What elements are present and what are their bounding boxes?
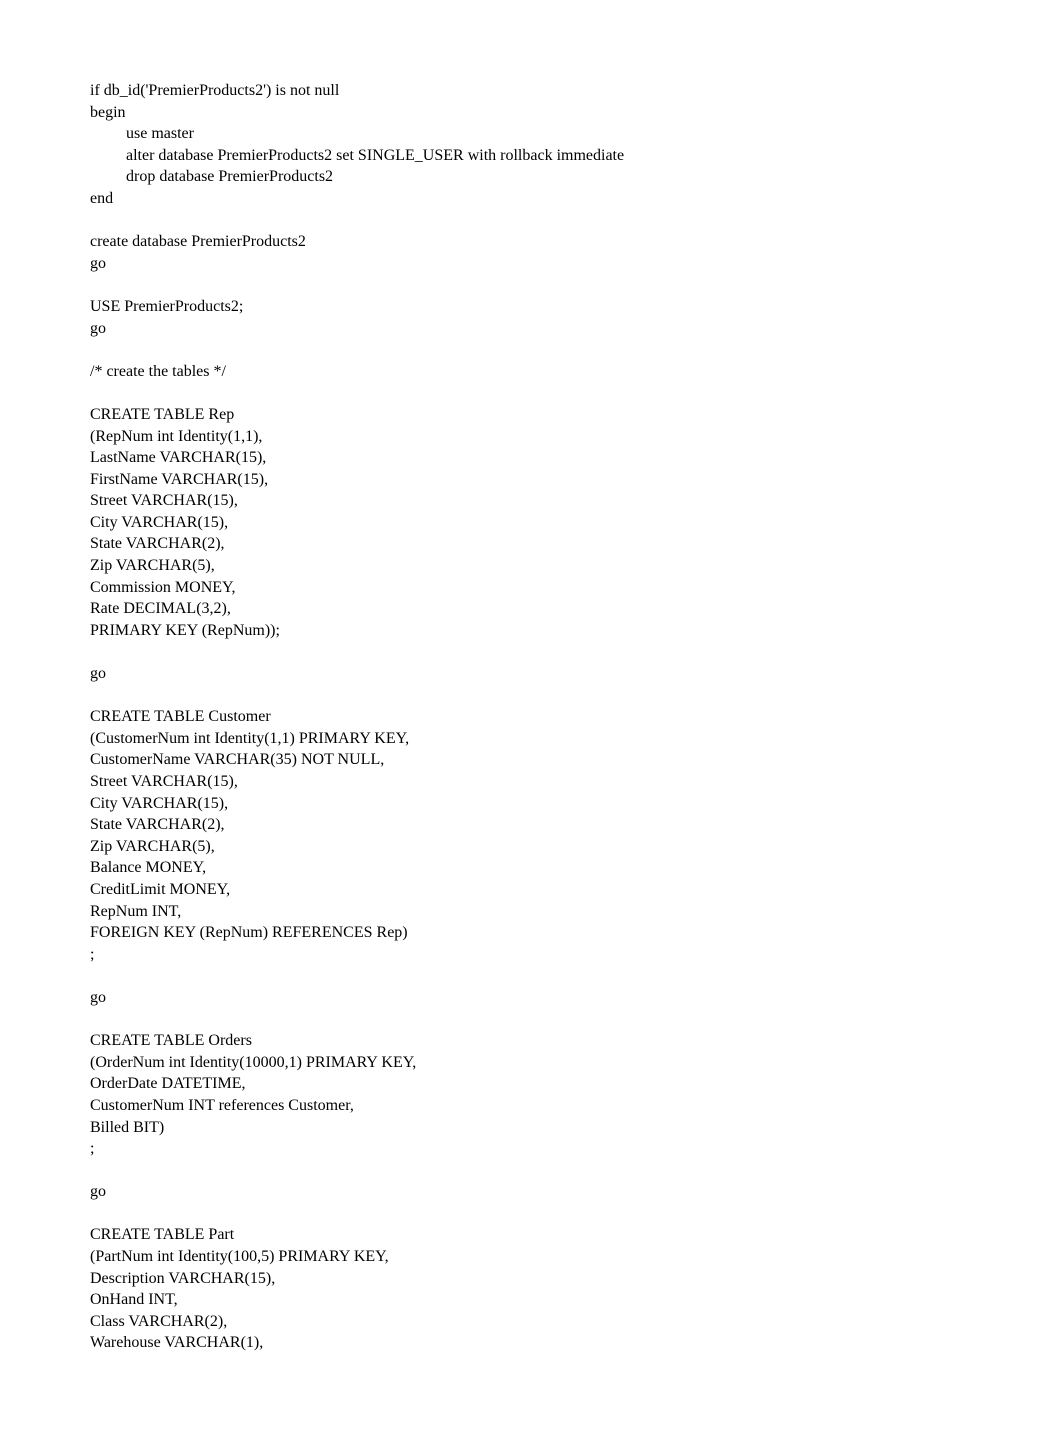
- code-line: go: [90, 663, 972, 685]
- code-line: go: [90, 318, 972, 340]
- code-line: Street VARCHAR(15),: [90, 490, 972, 512]
- code-line: if db_id('PremierProducts2') is not null: [90, 80, 972, 102]
- code-line: use master: [90, 123, 972, 145]
- code-line: [90, 274, 972, 296]
- code-line: RepNum INT,: [90, 901, 972, 923]
- code-line: FOREIGN KEY (RepNum) REFERENCES Rep): [90, 922, 972, 944]
- code-line: Zip VARCHAR(5),: [90, 555, 972, 577]
- code-line: CREATE TABLE Orders: [90, 1030, 972, 1052]
- code-line: Billed BIT): [90, 1117, 972, 1139]
- code-line: Street VARCHAR(15),: [90, 771, 972, 793]
- code-line: CustomerName VARCHAR(35) NOT NULL,: [90, 749, 972, 771]
- code-line: [90, 641, 972, 663]
- code-line: Commission MONEY,: [90, 577, 972, 599]
- code-line: PRIMARY KEY (RepNum));: [90, 620, 972, 642]
- code-line: Zip VARCHAR(5),: [90, 836, 972, 858]
- code-line: State VARCHAR(2),: [90, 533, 972, 555]
- code-line: Balance MONEY,: [90, 857, 972, 879]
- code-line: LastName VARCHAR(15),: [90, 447, 972, 469]
- code-line: [90, 382, 972, 404]
- code-line: FirstName VARCHAR(15),: [90, 469, 972, 491]
- code-line: [90, 965, 972, 987]
- code-line: [90, 685, 972, 707]
- code-line: (CustomerNum int Identity(1,1) PRIMARY K…: [90, 728, 972, 750]
- code-line: alter database PremierProducts2 set SING…: [90, 145, 972, 167]
- code-line: drop database PremierProducts2: [90, 166, 972, 188]
- code-line: create database PremierProducts2: [90, 231, 972, 253]
- code-line: CustomerNum INT references Customer,: [90, 1095, 972, 1117]
- code-line: City VARCHAR(15),: [90, 512, 972, 534]
- code-line: CREATE TABLE Customer: [90, 706, 972, 728]
- sql-code-document: if db_id('PremierProducts2') is not null…: [90, 80, 972, 1354]
- code-line: begin: [90, 102, 972, 124]
- code-line: CREATE TABLE Part: [90, 1224, 972, 1246]
- code-line: [90, 339, 972, 361]
- code-line: go: [90, 987, 972, 1009]
- code-line: [90, 1160, 972, 1182]
- code-line: [90, 1009, 972, 1031]
- code-line: OnHand INT,: [90, 1289, 972, 1311]
- code-line: ;: [90, 944, 972, 966]
- code-line: CREATE TABLE Rep: [90, 404, 972, 426]
- code-line: Rate DECIMAL(3,2),: [90, 598, 972, 620]
- code-line: State VARCHAR(2),: [90, 814, 972, 836]
- code-line: (PartNum int Identity(100,5) PRIMARY KEY…: [90, 1246, 972, 1268]
- code-line: Description VARCHAR(15),: [90, 1268, 972, 1290]
- code-line: [90, 1203, 972, 1225]
- code-line: Warehouse VARCHAR(1),: [90, 1332, 972, 1354]
- code-line: /* create the tables */: [90, 361, 972, 383]
- code-line: City VARCHAR(15),: [90, 793, 972, 815]
- code-line: end: [90, 188, 972, 210]
- code-line: ;: [90, 1138, 972, 1160]
- code-line: (RepNum int Identity(1,1),: [90, 426, 972, 448]
- code-line: (OrderNum int Identity(10000,1) PRIMARY …: [90, 1052, 972, 1074]
- code-line: CreditLimit MONEY,: [90, 879, 972, 901]
- code-line: USE PremierProducts2;: [90, 296, 972, 318]
- code-line: OrderDate DATETIME,: [90, 1073, 972, 1095]
- code-line: Class VARCHAR(2),: [90, 1311, 972, 1333]
- code-line: go: [90, 253, 972, 275]
- code-line: [90, 210, 972, 232]
- code-line: go: [90, 1181, 972, 1203]
